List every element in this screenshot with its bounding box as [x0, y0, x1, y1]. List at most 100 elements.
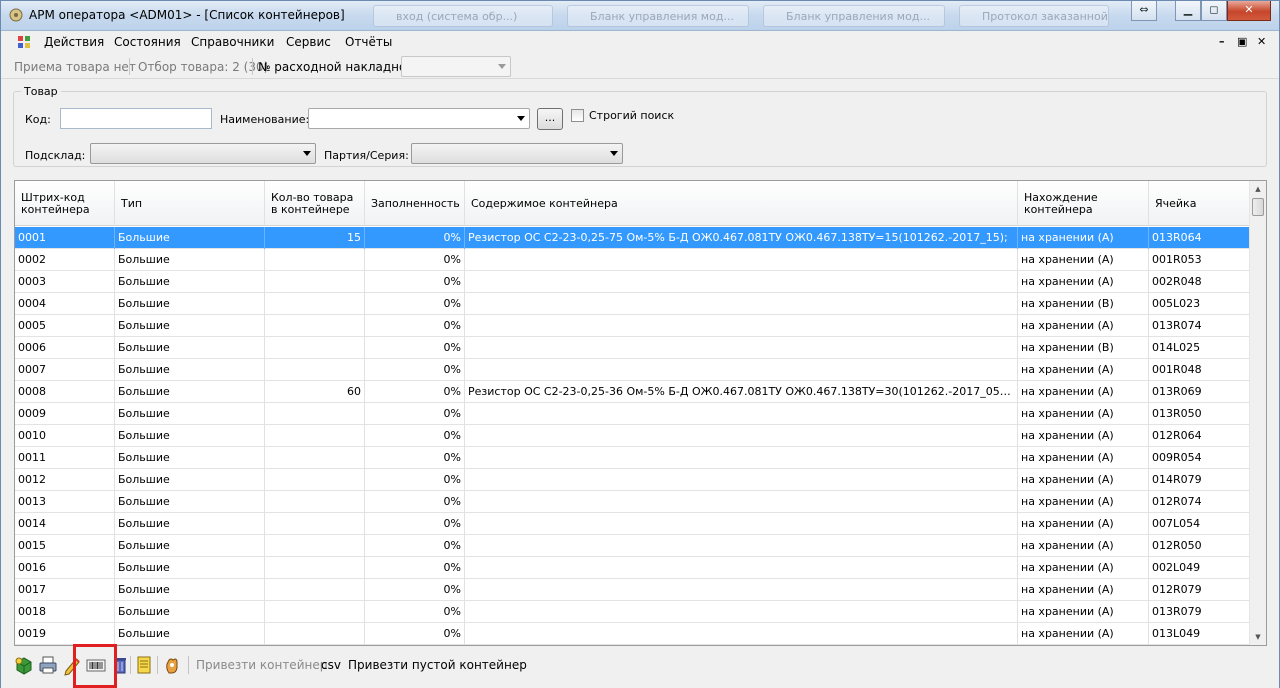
cell-fill: 0% — [365, 227, 465, 249]
bring-empty-container-button[interactable]: Привезти пустой контейнер — [348, 658, 527, 672]
table-row[interactable]: 0017 Большие 0% на хранении (А) 012R079 — [15, 579, 1250, 601]
menu-references[interactable]: Справочники — [191, 35, 274, 49]
table-row[interactable]: 0003 Большие 0% на хранении (А) 002R048 — [15, 271, 1250, 293]
table-row[interactable]: 0006 Большие 0% на хранении (В) 014L025 — [15, 337, 1250, 359]
cell-location: на хранении (А) — [1018, 271, 1149, 293]
cell-barcode: 0015 — [15, 535, 115, 557]
cell-type: Большие — [115, 447, 265, 469]
column-header-barcode[interactable]: Штрих-код контейнера — [15, 181, 115, 226]
batch-select[interactable] — [411, 143, 623, 164]
menu-states[interactable]: Состояния — [114, 35, 181, 49]
maximize-button[interactable]: ◻ — [1201, 1, 1227, 21]
cell-contents — [465, 491, 1018, 513]
cell-contents — [465, 469, 1018, 491]
csv-button[interactable]: csv — [321, 658, 341, 672]
column-header-quantity[interactable]: Кол-во товара в контейнере — [265, 181, 365, 226]
cell-quantity — [265, 447, 365, 469]
cell-type: Большие — [115, 557, 265, 579]
cell-location: на хранении (А) — [1018, 601, 1149, 623]
invoice-label: № расходной накладной: — [258, 60, 419, 74]
scroll-up-icon[interactable]: ▲ — [1250, 181, 1266, 197]
scroll-thumb[interactable] — [1252, 198, 1264, 216]
cell-barcode: 0004 — [15, 293, 115, 315]
table-row[interactable]: 0013 Большие 0% на хранении (А) 012R074 — [15, 491, 1250, 513]
table-row[interactable]: 0016 Большие 0% на хранении (А) 002L049 — [15, 557, 1250, 579]
mdi-restore-button[interactable]: ▣ — [1237, 35, 1247, 48]
cell-cell: 013R050 — [1149, 403, 1250, 425]
column-header-location[interactable]: Нахождение контейнера — [1018, 181, 1149, 226]
separator — [157, 656, 158, 674]
browse-button[interactable]: ... — [537, 108, 563, 130]
invoice-select[interactable] — [401, 56, 511, 77]
hand-icon[interactable] — [161, 654, 183, 676]
highlight-box — [73, 644, 117, 688]
cell-fill: 0% — [365, 557, 465, 579]
scroll-down-icon[interactable]: ▼ — [1250, 629, 1266, 645]
table-row[interactable]: 0015 Большие 0% на хранении (А) 012R050 — [15, 535, 1250, 557]
cell-cell: 013R079 — [1149, 601, 1250, 623]
table-row[interactable]: 0019 Большие 0% на хранении (А) 013L049 — [15, 623, 1250, 645]
close-button[interactable]: ✕ — [1227, 1, 1271, 21]
column-header-fill[interactable]: Заполненность — [365, 181, 465, 226]
cell-type: Большие — [115, 491, 265, 513]
table-row[interactable]: 0007 Большие 0% на хранении (А) 001R048 — [15, 359, 1250, 381]
print-icon[interactable] — [37, 654, 59, 676]
restore-window-icon[interactable]: ⇔ — [1131, 1, 1157, 21]
menu-actions[interactable]: Действия — [44, 35, 104, 49]
cell-fill: 0% — [365, 337, 465, 359]
cell-fill: 0% — [365, 359, 465, 381]
table-row[interactable]: 0009 Большие 0% на хранении (А) 013R050 — [15, 403, 1250, 425]
cell-fill: 0% — [365, 293, 465, 315]
table-row[interactable]: 0008 Большие 60 0% Резистор ОС С2-23-0,25-36… — [15, 381, 1250, 403]
bring-container-button[interactable]: Привезти контейнер — [196, 658, 327, 672]
mdi-minimize-button[interactable]: – — [1219, 35, 1225, 48]
menu-service[interactable]: Сервис — [286, 35, 331, 49]
containers-table: Штрих-код контейнера Тип Кол-во товара в к… — [14, 180, 1267, 646]
table-row[interactable]: 0001 Большие 15 0% Резистор ОС С2-23-0,25-75… — [15, 227, 1250, 249]
cell-contents — [465, 315, 1018, 337]
menu-reports[interactable]: Отчёты — [345, 35, 392, 49]
minimize-button[interactable]: ▁ — [1175, 1, 1201, 21]
picking-status: Отбор товара: 2 (30) — [138, 60, 269, 74]
cell-barcode: 0017 — [15, 579, 115, 601]
subwarehouse-select[interactable] — [90, 143, 316, 164]
cell-quantity — [265, 403, 365, 425]
cell-location: на хранении (А) — [1018, 557, 1149, 579]
table-row[interactable]: 0012 Большие 0% на хранении (А) 014R079 — [15, 469, 1250, 491]
cell-contents — [465, 623, 1018, 645]
document-icon[interactable] — [133, 654, 155, 676]
vertical-scrollbar[interactable]: ▲ ▼ — [1249, 181, 1266, 645]
cell-fill: 0% — [365, 425, 465, 447]
batch-label: Партия/Серия: — [324, 149, 409, 162]
cell-cell: 012R079 — [1149, 579, 1250, 601]
title-bar: АРМ оператора <ADM01> - [Список контейне… — [1, 1, 1279, 31]
cell-fill: 0% — [365, 403, 465, 425]
cell-quantity — [265, 337, 365, 359]
column-header-type[interactable]: Тип — [115, 181, 265, 226]
app-window: АРМ оператора <ADM01> - [Список контейне… — [0, 0, 1280, 688]
table-row[interactable]: 0005 Большие 0% на хранении (А) 013R074 — [15, 315, 1250, 337]
mdi-child-icon[interactable] — [17, 35, 31, 49]
code-input[interactable] — [60, 108, 212, 129]
add-container-icon[interactable] — [13, 654, 35, 676]
cell-contents — [465, 403, 1018, 425]
column-header-cell[interactable]: Ячейка — [1149, 181, 1250, 226]
table-row[interactable]: 0004 Большие 0% на хранении (В) 005L023 — [15, 293, 1250, 315]
strict-search-checkbox[interactable] — [571, 109, 584, 122]
cell-fill: 0% — [365, 601, 465, 623]
code-label: Код: — [25, 113, 51, 126]
table-row[interactable]: 0002 Большие 0% на хранении (А) 001R053 — [15, 249, 1250, 271]
name-select[interactable] — [308, 108, 530, 129]
separator — [188, 656, 189, 674]
table-row[interactable]: 0010 Большие 0% на хранении (А) 012R064 — [15, 425, 1250, 447]
separator — [130, 656, 131, 674]
strict-search-label: Строгий поиск — [589, 109, 675, 122]
table-row[interactable]: 0018 Большие 0% на хранении (А) 013R079 — [15, 601, 1250, 623]
table-row[interactable]: 0014 Большие 0% на хранении (А) 007L054 — [15, 513, 1250, 535]
cell-contents — [465, 579, 1018, 601]
table-row[interactable]: 0011 Большие 0% на хранении (А) 009R054 — [15, 447, 1250, 469]
cell-barcode: 0012 — [15, 469, 115, 491]
mdi-close-button[interactable]: ✕ — [1257, 35, 1266, 48]
cell-cell: 012R064 — [1149, 425, 1250, 447]
column-header-contents[interactable]: Содержимое контейнера — [465, 181, 1018, 226]
